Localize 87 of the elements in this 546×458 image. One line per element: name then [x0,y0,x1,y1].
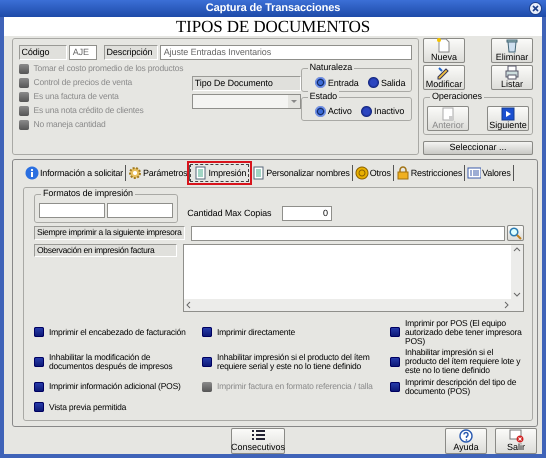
checkbox[interactable] [34,356,44,367]
tab[interactable]: Otros [352,165,394,181]
format-field[interactable] [107,203,174,218]
lock-icon [396,166,410,180]
checkbox[interactable] [34,327,44,338]
caret-icon [288,94,300,108]
checkbox-label: No maneja cantidad [34,120,106,130]
radio-label: Salida [380,78,406,88]
list-icon [467,166,482,180]
description-field[interactable]: Ajuste Entradas Inventarios [160,45,412,60]
group-title: Operaciones [430,91,484,102]
search-button[interactable] [507,225,524,242]
tab[interactable]: Personalizar nombres [249,165,353,181]
select-button[interactable]: Seleccionar ... [423,140,533,155]
close-icon[interactable] [529,2,542,15]
copies-field[interactable]: 0 [282,206,332,221]
toolbar-button[interactable]: Eliminar [491,38,533,63]
checkbox[interactable] [202,356,212,367]
checkbox-label: Imprimir factura en formato referencia / talla [217,382,373,392]
checkbox[interactable] [390,382,400,392]
checkbox-label: Imprimir por POS (El equipo autorizado debe tener impresora POS) [405,318,523,346]
gear-icon [128,166,142,180]
checkbox[interactable] [34,402,44,412]
toolbar-button[interactable]: Listar [491,65,533,90]
checkbox-label: Imprimir descripción del tipo de documento (POS) [405,378,518,396]
tab[interactable]: Parámetros [126,165,190,181]
checkbox-label: Imprimir información adicional (POS) [49,382,181,392]
checkbox-label: Es una nota crédito de clientes [34,106,144,116]
field-label: Siempre imprimir a la siguiente impresora [34,226,185,240]
radio-label: Activo [328,106,352,116]
list-icon [250,428,266,443]
checkbox[interactable] [390,356,400,367]
form-heading: TIPOS DE DOCUMENTOS [4,17,542,36]
radio-button[interactable] [314,106,326,117]
footer-button[interactable]: Salir [495,428,537,454]
play-icon [500,107,516,122]
search-icon [509,226,522,240]
checkbox-label: Es una factura de venta [34,92,119,102]
group-title: Estado [308,90,340,102]
checkbox-label: Tomar el costo promedio de los productos [34,64,184,74]
checkbox-label: Imprimir directamente [217,328,295,337]
notes-field[interactable] [183,244,524,312]
tab[interactable]: Restricciones [394,165,466,181]
checkbox-label: Inhabilitar impresión si el producto del ítem requiere lote y este no lo tiene definido [405,348,522,376]
navigation-button[interactable]: Siguiente [487,106,529,132]
radio-button[interactable] [360,106,372,117]
info-icon [25,166,39,180]
tab[interactable]: Impresión [190,164,250,182]
printer-field[interactable] [190,226,505,241]
format-field[interactable] [39,203,105,218]
field-label: Descripción [104,45,158,60]
radio-button[interactable] [368,77,379,88]
group-title: Naturaleza [308,62,354,73]
toolbar-button[interactable]: Modificar [423,65,465,90]
window-title: Captura de Transacciones [206,2,340,15]
checkbox-label: Vista previa permitida [49,402,126,412]
checkbox-label: Imprimir el encabezado de facturación [49,328,186,337]
help-icon [458,428,474,443]
checkbox-label: Inhabilitar la modificación de documentos después de impresos [49,352,174,371]
field-label: Observación en impresión factura [34,244,177,258]
checkbox-label: Inhabilitar impresión si el producto del ítem requiere serial y este no lo tiene definido [217,352,371,371]
trash-icon [504,38,520,54]
printer-icon [504,65,520,80]
tab[interactable]: Valores [465,165,514,181]
group-title: Formatos de impresión [41,188,135,198]
radio-label: Entrada [328,78,359,88]
document-icon [251,166,266,180]
radio-button[interactable] [314,77,326,88]
checkbox[interactable] [202,327,212,338]
exit-icon [508,428,524,443]
radio-label: Inactivo [374,106,404,116]
footer-button[interactable]: Consecutivos [231,428,285,454]
checkbox-label: Control de precios de venta [34,78,132,88]
coin-icon [354,166,369,180]
page-icon [436,38,452,54]
footer-button[interactable]: Ayuda [445,428,487,454]
checkbox[interactable] [34,382,44,392]
field-label: Tipo De Documento [192,76,301,92]
dropdown-field[interactable] [192,94,301,108]
page-icon [440,107,456,122]
code-field[interactable]: AJE [68,45,97,60]
field-label: Cantidad Max Copias [187,208,272,218]
field-label: Código [18,45,66,60]
document-icon [193,166,208,180]
toolbar-button[interactable]: Nueva [423,38,465,63]
checkbox[interactable] [390,327,400,338]
tab[interactable]: Información a solicitar [23,165,126,181]
